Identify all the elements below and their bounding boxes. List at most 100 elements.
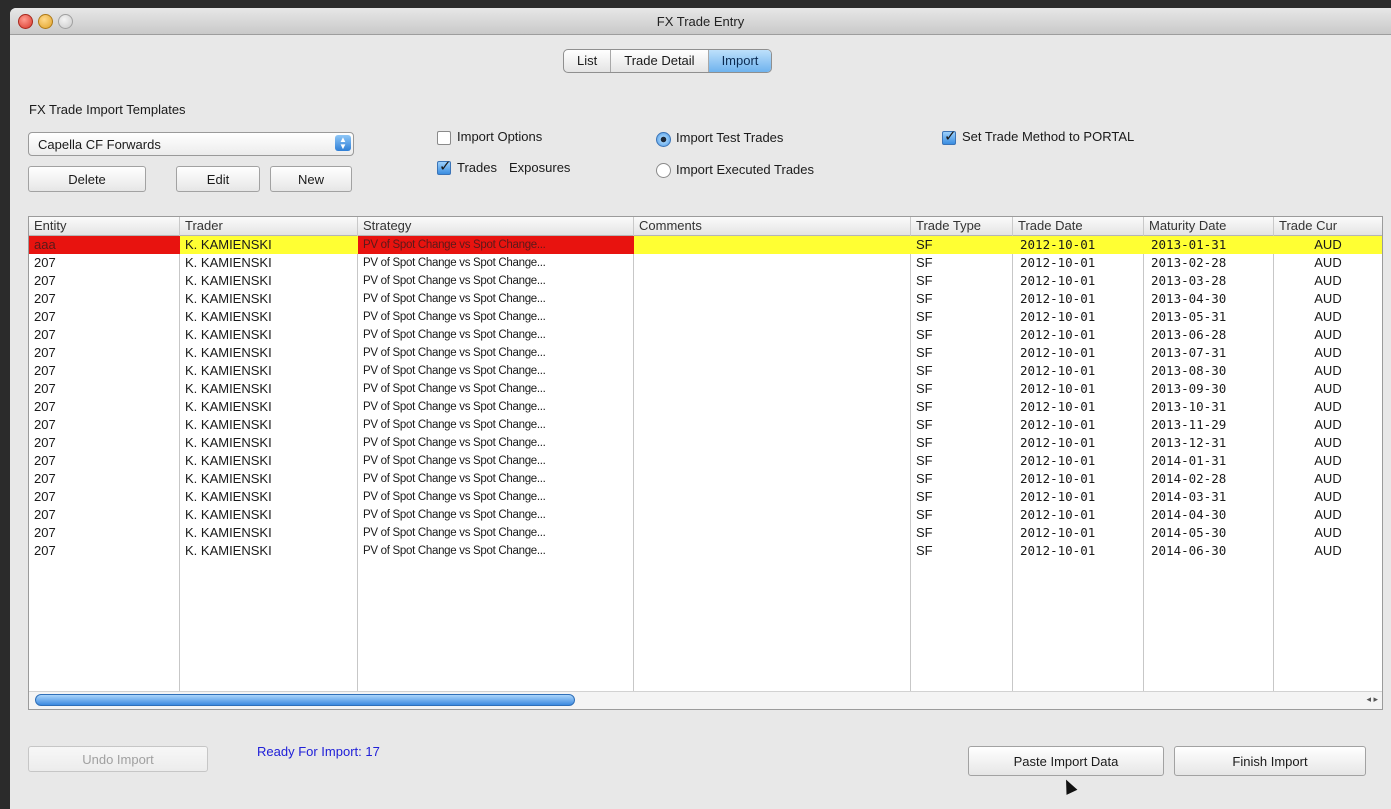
import-options-label: Import Options (457, 129, 543, 144)
template-selected-value: Capella CF Forwards (38, 137, 161, 152)
cell-trade-date: 2012-10-01 (1020, 237, 1096, 252)
column-header-maturity-date[interactable]: Maturity Date (1144, 217, 1274, 235)
cell-strategy: PV of Spot Change vs Spot Change... (363, 293, 546, 305)
cell-comments (634, 272, 911, 290)
new-template-button[interactable]: New (270, 166, 352, 192)
cell-entity: 207 (34, 399, 56, 414)
cell-trader: K. KAMIENSKI (185, 309, 272, 324)
cell-maturity-date: 2013-02-28 (1151, 255, 1227, 270)
undo-import-button[interactable]: Undo Import (28, 746, 208, 772)
column-header-trader[interactable]: Trader (180, 217, 358, 235)
cell-trade-date: 2012-10-01 (1020, 453, 1096, 468)
tab-list[interactable]: List (564, 50, 612, 72)
cell-trade-date: 2012-10-01 (1020, 417, 1096, 432)
cell-comments (634, 434, 911, 452)
table-row[interactable]: 207 K. KAMIENSKI PV of Spot Change vs Spot… (29, 254, 1382, 272)
cell-trade-date: 2012-10-01 (1020, 345, 1096, 360)
table-row[interactable]: 207 K. KAMIENSKI PV of Spot Change vs Spot… (29, 380, 1382, 398)
cell-strategy: PV of Spot Change vs Spot Change... (363, 491, 546, 503)
column-header-trade-type[interactable]: Trade Type (911, 217, 1013, 235)
set-trade-method-label: Set Trade Method to PORTAL (962, 129, 1135, 144)
table-row[interactable]: 207 K. KAMIENSKI PV of Spot Change vs Spot… (29, 542, 1382, 560)
cell-trade-type: SF (916, 255, 933, 270)
table-row[interactable]: 207 K. KAMIENSKI PV of Spot Change vs Spot… (29, 470, 1382, 488)
column-header-strategy[interactable]: Strategy (358, 217, 634, 235)
table-row[interactable]: aaa K. KAMIENSKI PV of Spot Change vs Spot… (29, 236, 1382, 254)
cell-trade-type: SF (916, 417, 933, 432)
cell-trader: K. KAMIENSKI (185, 543, 272, 558)
cell-trader: K. KAMIENSKI (185, 435, 272, 450)
delete-template-button[interactable]: Delete (28, 166, 146, 192)
table-row[interactable]: 207 K. KAMIENSKI PV of Spot Change vs Spot… (29, 488, 1382, 506)
import-status-text: Ready For Import: 17 (257, 744, 380, 759)
table-row[interactable]: 207 K. KAMIENSKI PV of Spot Change vs Spot… (29, 398, 1382, 416)
column-header-entity[interactable]: Entity (29, 217, 180, 235)
edit-template-button[interactable]: Edit (176, 166, 260, 192)
table-row[interactable]: 207 K. KAMIENSKI PV of Spot Change vs Spot… (29, 434, 1382, 452)
table-row[interactable]: 207 K. KAMIENSKI PV of Spot Change vs Spot… (29, 272, 1382, 290)
cell-trade-type: SF (916, 327, 933, 342)
cell-strategy: PV of Spot Change vs Spot Change... (363, 275, 546, 287)
cell-maturity-date: 2014-02-28 (1151, 471, 1227, 486)
table-row[interactable]: 207 K. KAMIENSKI PV of Spot Change vs Spot… (29, 452, 1382, 470)
import-trades-table[interactable]: Entity Trader Strategy Comments Trade Ty… (28, 216, 1383, 710)
cell-trade-cur: AUD (1314, 255, 1342, 270)
tab-trade-detail[interactable]: Trade Detail (611, 50, 709, 72)
cell-trade-cur: AUD (1314, 381, 1342, 396)
cell-entity: 207 (34, 273, 56, 288)
cell-trade-type: SF (916, 543, 933, 558)
cell-trade-cur: AUD (1314, 309, 1342, 324)
title-bar: FX Trade Entry (10, 8, 1391, 35)
cell-entity: 207 (34, 543, 56, 558)
import-executed-trades-radio[interactable] (656, 163, 671, 178)
table-row[interactable]: 207 K. KAMIENSKI PV of Spot Change vs Spot… (29, 344, 1382, 362)
cell-trade-type: SF (916, 489, 933, 504)
column-header-trade-cur[interactable]: Trade Cur (1274, 217, 1382, 235)
column-header-comments[interactable]: Comments (634, 217, 911, 235)
table-row[interactable]: 207 K. KAMIENSKI PV of Spot Change vs Spot… (29, 416, 1382, 434)
cell-trade-type: SF (916, 399, 933, 414)
cell-strategy: PV of Spot Change vs Spot Change... (363, 257, 546, 269)
cell-entity: 207 (34, 309, 56, 324)
cell-trade-cur: AUD (1314, 471, 1342, 486)
cell-comments (634, 362, 911, 380)
cell-strategy: PV of Spot Change vs Spot Change... (363, 509, 546, 521)
import-options-checkbox[interactable] (437, 131, 451, 145)
cell-trade-date: 2012-10-01 (1020, 435, 1096, 450)
finish-import-button[interactable]: Finish Import (1174, 746, 1366, 776)
cell-trade-cur: AUD (1314, 489, 1342, 504)
scrollbar-thumb[interactable] (35, 694, 575, 706)
trades-checkbox[interactable] (437, 157, 452, 175)
paste-import-data-button[interactable]: Paste Import Data (968, 746, 1164, 776)
cell-trade-type: SF (916, 507, 933, 522)
cell-comments (634, 398, 911, 416)
cell-trade-type: SF (916, 273, 933, 288)
table-row[interactable]: 207 K. KAMIENSKI PV of Spot Change vs Spot… (29, 290, 1382, 308)
exposures-label[interactable]: Exposures (509, 160, 570, 175)
table-row[interactable]: 207 K. KAMIENSKI PV of Spot Change vs Spot… (29, 524, 1382, 542)
cell-comments (634, 326, 911, 344)
column-header-trade-date[interactable]: Trade Date (1013, 217, 1144, 235)
table-row[interactable]: 207 K. KAMIENSKI PV of Spot Change vs Spot… (29, 308, 1382, 326)
scroll-arrows-icon[interactable]: ◂ ▸ (1366, 694, 1378, 705)
tab-import[interactable]: Import (708, 50, 772, 72)
cell-entity: 207 (34, 507, 56, 522)
cell-maturity-date: 2013-03-28 (1151, 273, 1227, 288)
cell-trade-date: 2012-10-01 (1020, 507, 1096, 522)
cell-trade-date: 2012-10-01 (1020, 543, 1096, 558)
table-row[interactable]: 207 K. KAMIENSKI PV of Spot Change vs Spot… (29, 362, 1382, 380)
template-select[interactable]: Capella CF Forwards ▲ ▼ (28, 132, 354, 156)
view-tabs: List Trade Detail Import (563, 49, 773, 73)
cell-trade-cur: AUD (1314, 399, 1342, 414)
cell-trade-type: SF (916, 381, 933, 396)
cell-comments (634, 470, 911, 488)
cell-strategy: PV of Spot Change vs Spot Change... (363, 545, 546, 557)
cell-maturity-date: 2013-11-29 (1151, 417, 1227, 432)
set-trade-method-checkbox[interactable] (942, 127, 957, 145)
table-row[interactable]: 207 K. KAMIENSKI PV of Spot Change vs Spot… (29, 506, 1382, 524)
cell-trade-cur: AUD (1314, 345, 1342, 360)
import-test-trades-radio[interactable] (656, 132, 671, 147)
horizontal-scrollbar[interactable]: ◂ ▸ (29, 691, 1382, 709)
table-row[interactable]: 207 K. KAMIENSKI PV of Spot Change vs Spot… (29, 326, 1382, 344)
cell-entity: 207 (34, 381, 56, 396)
